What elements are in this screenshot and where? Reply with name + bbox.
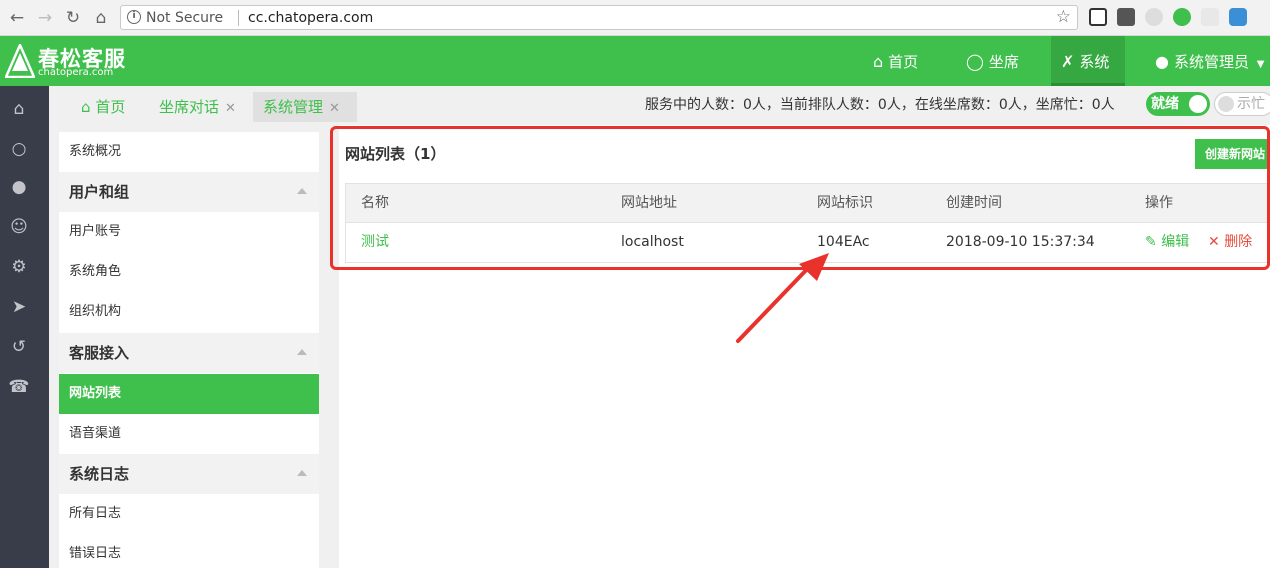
annotation-arrow-icon [736,253,829,343]
